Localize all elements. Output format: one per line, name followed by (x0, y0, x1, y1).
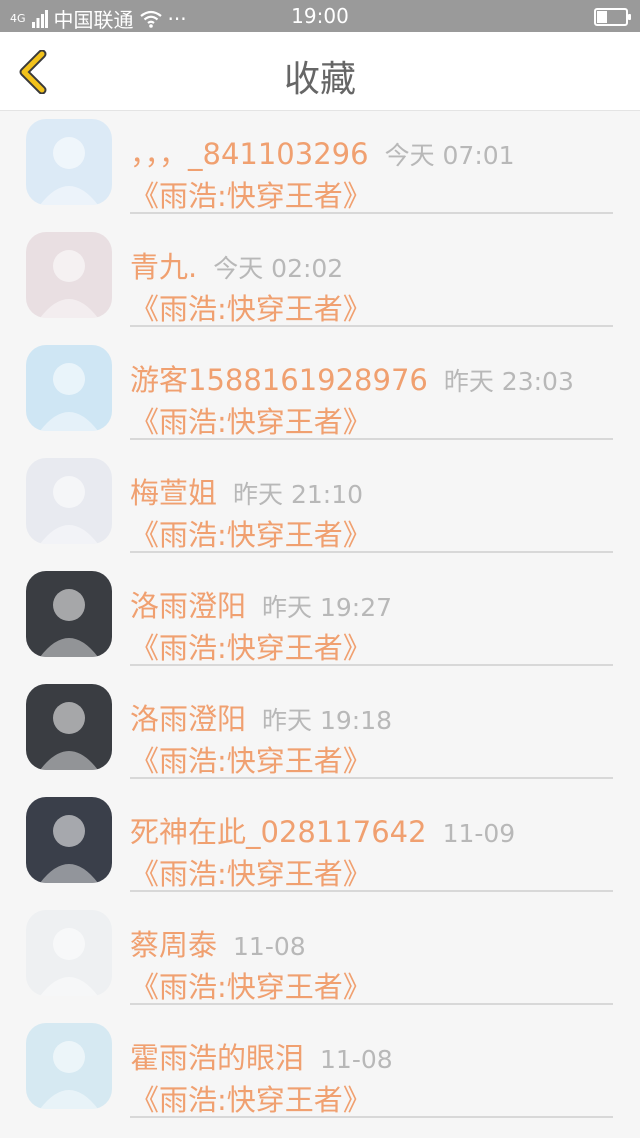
timestamp: 昨天 19:18 (262, 706, 393, 735)
avatar[interactable] (26, 684, 112, 770)
battery-icon (594, 8, 631, 26)
favorites-list: ，，，_841103296 今天 07:01 《雨浩:快穿王者》 青九. 今天 02… (0, 111, 640, 1128)
avatar-image (26, 571, 112, 657)
timestamp: 昨天 19:27 (262, 593, 393, 622)
avatar[interactable] (26, 910, 112, 996)
divider (130, 890, 613, 892)
book-title[interactable]: 《雨浩:快穿王者》 (130, 512, 372, 554)
user-name-line: ，，，_841103296 今天 07:01 (130, 131, 515, 173)
avatar[interactable] (26, 1023, 112, 1109)
user-name-line: 洛雨澄阳 昨天 19:18 (130, 696, 392, 738)
avatar[interactable] (26, 232, 112, 318)
book-title[interactable]: 《雨浩:快穿王者》 (130, 738, 372, 780)
nav-bar: 收藏 (0, 32, 640, 111)
user-name: 蔡周泰 (130, 928, 218, 962)
timestamp: 昨天 23:03 (443, 367, 574, 396)
timestamp: 11-08 (233, 932, 306, 961)
user-name-line: 霍雨浩的眼泪 11-08 (130, 1035, 393, 1077)
divider (130, 1116, 613, 1118)
timestamp: 今天 02:02 (213, 254, 344, 283)
avatar[interactable] (26, 458, 112, 544)
battery-level (597, 11, 607, 23)
divider (130, 664, 613, 666)
user-name: 霍雨浩的眼泪 (130, 1041, 305, 1075)
user-name-line: 蔡周泰 11-08 (130, 922, 306, 964)
avatar[interactable] (26, 797, 112, 883)
book-title[interactable]: 《雨浩:快穿王者》 (130, 964, 372, 1006)
book-title[interactable]: 《雨浩:快穿王者》 (130, 173, 372, 215)
book-title[interactable]: 《雨浩:快穿王者》 (130, 286, 372, 328)
user-name: 洛雨澄阳 (130, 589, 247, 623)
page-title: 收藏 (283, 59, 356, 100)
list-item[interactable]: 青九. 今天 02:02 《雨浩:快穿王者》 (0, 224, 640, 337)
avatar-image (26, 797, 112, 883)
list-item[interactable]: 洛雨澄阳 昨天 19:27 《雨浩:快穿王者》 (0, 563, 640, 676)
user-name: 梅萱姐 (130, 476, 218, 510)
avatar-image (26, 232, 112, 318)
avatar-image (26, 119, 112, 205)
timestamp: 今天 07:01 (384, 141, 515, 170)
list-item[interactable]: 蔡周泰 11-08 《雨浩:快穿王者》 (0, 902, 640, 1015)
list-item[interactable]: 霍雨浩的眼泪 11-08 《雨浩:快穿王者》 (0, 1015, 640, 1128)
list-item[interactable]: 死神在此_028117642 11-09 《雨浩:快穿王者》 (0, 789, 640, 902)
status-bar: 4G 中国联通 ··· 19:00 (0, 0, 640, 32)
divider (130, 551, 613, 553)
status-time: 19:00 (291, 4, 349, 28)
user-name-line: 青九. 今天 02:02 (130, 244, 343, 286)
user-name: 死神在此_028117642 (130, 815, 427, 849)
user-name: 洛雨澄阳 (130, 702, 247, 736)
divider (130, 1003, 613, 1005)
divider (130, 212, 613, 214)
book-title[interactable]: 《雨浩:快穿王者》 (130, 1077, 372, 1119)
avatar[interactable] (26, 345, 112, 431)
avatar-image (26, 910, 112, 996)
user-name-line: 游客1588161928976 昨天 23:03 (130, 357, 574, 399)
book-title[interactable]: 《雨浩:快穿王者》 (130, 399, 372, 441)
book-title[interactable]: 《雨浩:快穿王者》 (130, 625, 372, 667)
avatar-image (26, 345, 112, 431)
user-name: 游客1588161928976 (130, 363, 428, 397)
list-item[interactable]: 梅萱姐 昨天 21:10 《雨浩:快穿王者》 (0, 450, 640, 563)
avatar[interactable] (26, 571, 112, 657)
book-title[interactable]: 《雨浩:快穿王者》 (130, 851, 372, 893)
divider (130, 777, 613, 779)
list-item[interactable]: 洛雨澄阳 昨天 19:18 《雨浩:快穿王者》 (0, 676, 640, 789)
divider (130, 325, 613, 327)
list-item[interactable]: 游客1588161928976 昨天 23:03 《雨浩:快穿王者》 (0, 337, 640, 450)
user-name: 青九. (130, 250, 198, 284)
list-item[interactable]: ，，，_841103296 今天 07:01 《雨浩:快穿王者》 (0, 111, 640, 224)
user-name-line: 死神在此_028117642 11-09 (130, 809, 515, 851)
divider (130, 438, 613, 440)
timestamp: 昨天 21:10 (233, 480, 364, 509)
avatar[interactable] (26, 119, 112, 205)
timestamp: 11-08 (320, 1045, 393, 1074)
user-name-line: 梅萱姐 昨天 21:10 (130, 470, 363, 512)
timestamp: 11-09 (442, 819, 516, 848)
avatar-image (26, 684, 112, 770)
user-name: ，，，_841103296 (130, 137, 369, 171)
avatar-image (26, 458, 112, 544)
avatar-image (26, 1023, 112, 1109)
user-name-line: 洛雨澄阳 昨天 19:27 (130, 583, 392, 625)
